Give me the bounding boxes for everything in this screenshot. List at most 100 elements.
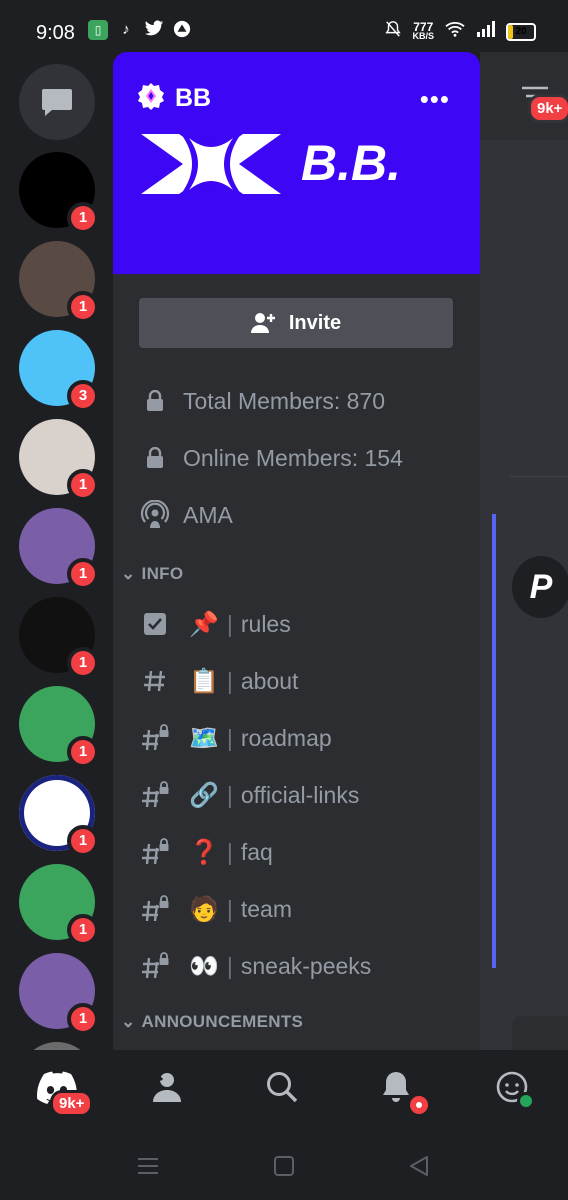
recents-icon[interactable] (137, 1157, 159, 1175)
invite-button[interactable]: Invite (139, 298, 453, 348)
channel-separator: | (226, 838, 233, 865)
channel-emoji: 🧑 (189, 895, 219, 923)
system-navigation (0, 1135, 568, 1200)
unread-badge: 1 (67, 469, 99, 501)
server-banner: BB ••• B.B. (113, 52, 480, 274)
channel-emoji: 📋 (189, 667, 219, 695)
server-icon-blue-face-server[interactable]: 3 (19, 330, 99, 412)
notification-icons: ▯ ♪ (88, 20, 192, 40)
hash-icon (139, 665, 171, 697)
server-icon-skeleton-server[interactable]: 1 (19, 597, 99, 679)
unread-badge: 3 (67, 380, 99, 412)
locked-hash-icon (139, 950, 171, 982)
channel-official-links[interactable]: 🔗 | official-links (139, 775, 359, 815)
channel-rules[interactable]: 📌 | rules (139, 604, 291, 644)
server-icon-bird-art-server[interactable]: 1 (19, 508, 99, 590)
channel-label: rules (240, 610, 291, 637)
server-rail: 1 1 3 1 1 1 1 1 1 1 (0, 62, 113, 1050)
channel-separator: | (226, 610, 233, 637)
channel-label: Online Members: 154 (183, 444, 403, 471)
channel-emoji: 🗺️ (189, 724, 219, 752)
peek-card (512, 1016, 568, 1050)
network-speed: 777 KB/S (412, 21, 434, 41)
server-icon-sketch-avatar-server[interactable]: 1 (19, 419, 99, 501)
nav-search[interactable] (265, 1070, 305, 1110)
server-icon-discord-green-server[interactable]: 1 (19, 686, 99, 768)
channel-separator: | (226, 781, 233, 808)
wifi-icon (444, 20, 466, 43)
channel-total-members[interactable]: Total Members: 870 (139, 381, 385, 421)
server-icon-discord-blue-server[interactable]: 1 (19, 775, 99, 857)
channel-label: team (240, 895, 293, 922)
battery-icon: 20 (506, 22, 536, 41)
chat-peek[interactable]: 9k+ P (480, 52, 568, 1050)
channel-separator: | (226, 724, 233, 751)
server-icon-discord-green-server-2[interactable]: 1 (19, 864, 99, 946)
server-icon-solana-server[interactable]: 1 (19, 152, 99, 234)
unread-badge: 1 (67, 291, 99, 323)
channel-label: sneak-peeks (240, 952, 372, 979)
chat-bubble-icon (42, 89, 72, 116)
unread-badge: 1 (67, 1003, 99, 1035)
unread-badge: 1 (67, 736, 99, 768)
add-user-icon (250, 313, 275, 333)
nav-friends[interactable] (150, 1070, 190, 1110)
channel-team[interactable]: 🧑 | team (139, 889, 292, 929)
invite-label: Invite (288, 311, 342, 334)
unread-badge: 1 (67, 558, 99, 590)
category-info[interactable]: ⌄ INFO (121, 564, 183, 584)
locked-hash-icon (139, 779, 171, 811)
channel-roadmap[interactable]: 🗺️ | roadmap (139, 718, 332, 758)
online-status-dot (517, 1092, 535, 1110)
network-speed-unit: KB/S (412, 30, 434, 41)
back-triangle-icon[interactable] (408, 1155, 430, 1177)
home-square-icon[interactable] (273, 1155, 295, 1177)
channel-separator: | (226, 952, 233, 979)
channel-label: faq (240, 838, 273, 865)
channel-panel: BB ••• B.B. Invite Total Members: 870 On… (113, 52, 480, 1050)
p-avatar: P (512, 556, 568, 618)
server-icon-bird-art-server-2[interactable]: 1 (19, 953, 99, 1035)
boost-badge-icon (138, 83, 164, 110)
channel-faq[interactable]: ❓ | faq (139, 832, 273, 872)
unread-badge: 1 (67, 202, 99, 234)
lock-icon (139, 442, 171, 474)
bottom-navigation: 9k+ (0, 1050, 568, 1135)
banner-text: B.B. (301, 135, 401, 191)
nav-home[interactable]: 9k+ (36, 1070, 94, 1117)
status-time: 9:08 (36, 22, 75, 44)
channel-emoji: 👀 (189, 952, 219, 980)
channel-online-members[interactable]: Online Members: 154 (139, 438, 403, 478)
category-label: ANNOUNCEMENTS (141, 1012, 304, 1031)
channel-sneak-peeks[interactable]: 👀 | sneak-peeks (139, 946, 371, 986)
channel-separator: | (226, 895, 233, 922)
server-name[interactable]: BB (175, 84, 211, 113)
category-announcements[interactable]: ⌄ ANNOUNCEMENTS (121, 1012, 303, 1032)
channel-emoji: ❓ (189, 838, 219, 866)
mute-bell-icon (384, 20, 402, 43)
channel-separator: | (226, 667, 233, 694)
nav-notifications[interactable] (380, 1070, 432, 1118)
search-icon (267, 1072, 298, 1103)
signal-icon (476, 21, 496, 42)
divider (510, 476, 568, 477)
channel-label: about (240, 667, 299, 694)
lock-icon (139, 385, 171, 417)
more-options-icon[interactable]: ••• (420, 84, 450, 115)
vpn-icon (172, 20, 192, 40)
channel-emoji: 📌 (189, 610, 219, 638)
twitter-icon (144, 20, 164, 40)
direct-messages-button[interactable] (19, 64, 95, 140)
server-icon-partial[interactable] (19, 1042, 95, 1050)
app-notification-icon: ▯ (88, 20, 108, 40)
tiktok-icon: ♪ (122, 21, 130, 38)
nav-profile[interactable] (495, 1070, 535, 1110)
stage-icon (139, 499, 171, 531)
channel-label: AMA (183, 501, 233, 528)
chevron-down-icon: ⌄ (121, 564, 136, 583)
channel-ama[interactable]: AMA (139, 495, 233, 535)
channel-label: roadmap (240, 724, 332, 751)
channel-about[interactable]: 📋 | about (139, 661, 298, 701)
locked-hash-icon (139, 893, 171, 925)
server-icon-photo-avatar-server[interactable]: 1 (19, 241, 99, 323)
